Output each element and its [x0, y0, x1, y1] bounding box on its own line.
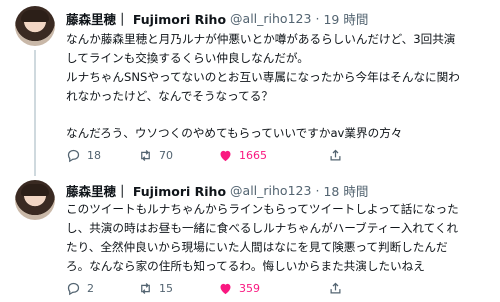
author-handle[interactable]: @all_riho123: [230, 11, 311, 26]
tweet-header: 藤森里穂｜ Fujimori Riho @all_riho123 · 19 時間: [66, 8, 368, 28]
author-handle[interactable]: @all_riho123: [230, 183, 311, 198]
retweet-count: 70: [159, 148, 173, 162]
reply-count: 18: [87, 148, 101, 162]
like-button[interactable]: 1665: [218, 148, 267, 163]
share-button[interactable]: [328, 281, 343, 296]
tweet-header: 藤森里穂｜ Fujimori Riho @all_riho123 · 18 時間: [66, 180, 368, 200]
reply-icon: [67, 282, 80, 295]
retweet-count: 15: [159, 281, 173, 295]
author-name[interactable]: 藤森里穂｜ Fujimori Riho: [66, 181, 226, 200]
like-icon: [220, 150, 231, 161]
author-name[interactable]: 藤森里穂｜ Fujimori Riho: [66, 9, 226, 28]
like-count: 1665: [239, 148, 267, 162]
retweet-icon: [141, 149, 150, 161]
tweet-text-line: なんか藤森里穂と月乃ルナが仲悪いとか噂があるらしいんだけど、3回共演: [66, 32, 456, 46]
reply-button[interactable]: 2: [66, 281, 94, 296]
tweet-text-line: たり、全然仲良いから現場にいた人間はなにを見て険悪って判断したんだ: [66, 240, 448, 254]
reply-icon: [67, 149, 80, 162]
tweet-text-line: なんだろう、ウソつくのやめてもらっていいですかav業界の方々: [66, 126, 403, 140]
tweet-text-line: [66, 106, 486, 124]
retweet-button[interactable]: 70: [138, 148, 173, 163]
separator-dot: ·: [315, 10, 320, 26]
tweet-time[interactable]: 18 時間: [323, 181, 368, 200]
avatar[interactable]: [15, 180, 55, 220]
tweet-text-line: このツイートもルナちゃんからラインもらってツイートしよって話になった: [66, 202, 459, 216]
retweet-button[interactable]: 15: [138, 281, 173, 296]
thread-line: [34, 50, 36, 176]
tweet-text: このツイートもルナちゃんからラインもらってツイートしよって話になった し、共演の…: [66, 200, 486, 276]
tweet-text-line: ろ。なんなら家の住所も知ってるわ。悔しいからまた共演したいねえ: [66, 259, 425, 273]
tweet-text-line: し、共演の時はお昼も一緒に食べるしルナちゃんがハーブティー入れてくれ: [66, 221, 459, 235]
reply-count: 2: [87, 281, 94, 295]
share-icon: [330, 149, 341, 160]
tweet-text-line: してラインも交換するくらい仲良しなんだが。: [66, 51, 309, 65]
like-icon: [220, 283, 231, 294]
like-button[interactable]: 359: [218, 281, 260, 296]
reply-button[interactable]: 18: [66, 148, 101, 163]
tweet-text: なんか藤森里穂と月乃ルナが仲悪いとか噂があるらしいんだけど、3回共演 してライン…: [66, 30, 486, 143]
share-button[interactable]: [328, 148, 343, 163]
tweet-time[interactable]: 19 時間: [323, 9, 368, 28]
tweet-text-line: ルナちゃんSNSやってないのとお互い専属になったから今年はそんなに関わ: [66, 70, 460, 84]
share-icon: [330, 282, 341, 293]
retweet-icon: [141, 282, 150, 294]
avatar[interactable]: [15, 6, 55, 46]
like-count: 359: [239, 281, 260, 295]
separator-dot: ·: [315, 182, 320, 198]
tweet[interactable]: 藤森里穂｜ Fujimori Riho @all_riho123 · 19 時間…: [0, 0, 500, 176]
tweet-text-line: れなかったけど、なんでそうなってる？: [66, 89, 273, 103]
